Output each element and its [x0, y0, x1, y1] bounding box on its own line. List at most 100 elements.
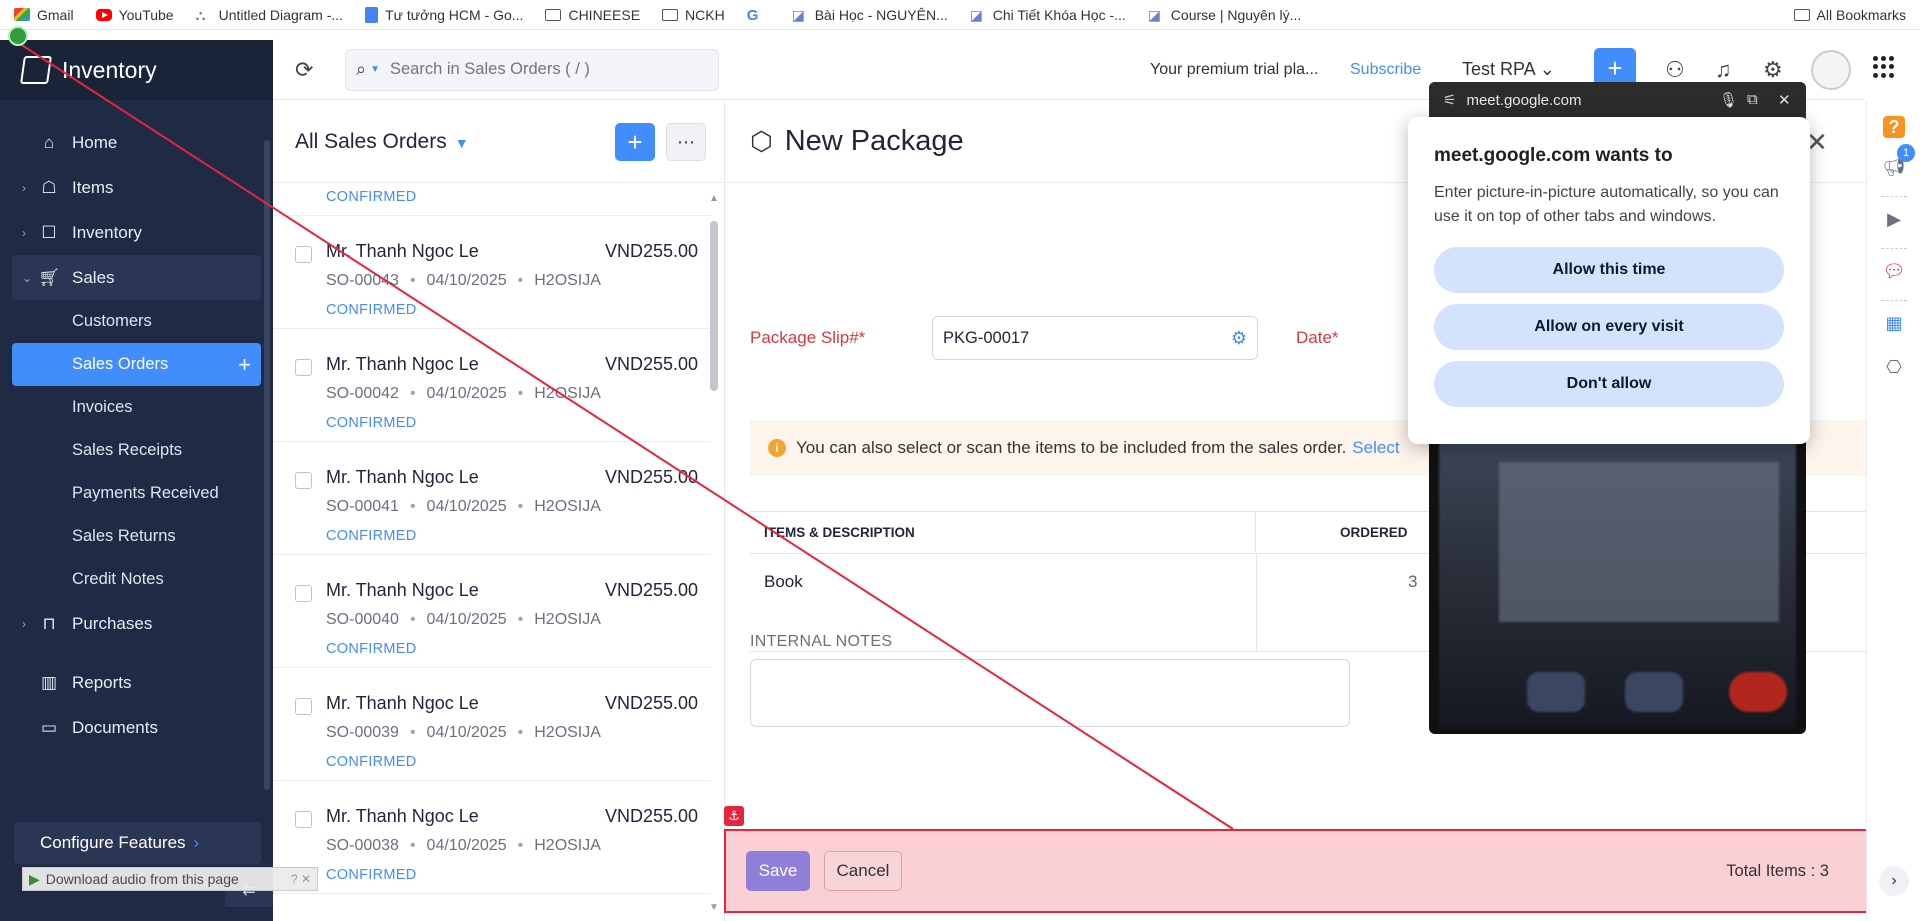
- allow-this-time-button[interactable]: Allow this time: [1434, 247, 1784, 293]
- bookmarks-bar: Gmail YouTube ⛬ Untitled Diagram -... Tư …: [0, 0, 1920, 30]
- org-switcher[interactable]: Test RPA ⌄: [1462, 59, 1555, 80]
- sidebar-item-sales[interactable]: ⌄ 🛒︎ Sales: [12, 255, 261, 300]
- bookmark-chineese[interactable]: CHINEESE: [545, 7, 640, 23]
- refresh-icon[interactable]: ⟳: [295, 57, 321, 83]
- support-icon[interactable]: ⎔: [1883, 356, 1905, 378]
- gear-icon[interactable]: ⚙: [1231, 328, 1247, 349]
- video-preview: [1439, 442, 1796, 728]
- table-row[interactable]: CONFIRMED: [273, 183, 711, 216]
- notification-badge: 1: [1897, 144, 1915, 162]
- chevron-right-icon: ›: [22, 180, 26, 195]
- close-icon[interactable]: ✕: [1778, 91, 1791, 109]
- table-row[interactable]: Mr. Thanh Ngoc Le VND255.00 SO-00039 • 04/10…: [273, 668, 711, 781]
- package-slip-field[interactable]: PKG-00017 ⚙: [932, 316, 1258, 360]
- package-icon: ⬡: [750, 126, 773, 156]
- order-date: 04/10/2025: [426, 272, 507, 289]
- users-icon[interactable]: ⚇: [1665, 57, 1685, 83]
- sidebar-item-sales-returns[interactable]: Sales Returns: [0, 515, 273, 558]
- tune-icon[interactable]: ⚟: [1443, 91, 1456, 109]
- cancel-button[interactable]: Cancel: [824, 851, 902, 891]
- order-meta: SO-00041 • 04/10/2025 • H2OSIJA: [326, 498, 601, 515]
- sidebar-item-home[interactable]: ⌂ Home: [0, 120, 273, 165]
- microphone-icon[interactable]: 🎙︎: [1719, 91, 1738, 109]
- table-row[interactable]: Mr. Thanh Ngoc Le VND255.00 SO-00041 • 04/10…: [273, 442, 711, 555]
- row-checkbox[interactable]: [295, 359, 312, 376]
- order-reference: H2OSIJA: [534, 498, 601, 515]
- apps-icon[interactable]: ▦: [1883, 312, 1905, 334]
- sidebar-item-sales-orders[interactable]: Sales Orders +: [12, 343, 261, 386]
- end-call-button[interactable]: [1729, 672, 1787, 712]
- customer-name: Mr. Thanh Ngoc Le: [326, 806, 479, 826]
- bell-icon[interactable]: ♫: [1715, 57, 1732, 83]
- save-button[interactable]: Save: [746, 851, 810, 891]
- dont-allow-button[interactable]: Don't allow: [1434, 361, 1784, 407]
- sidebar-item-items[interactable]: › ☖ Items: [0, 165, 273, 210]
- scroll-down-icon[interactable]: ▼: [709, 902, 719, 913]
- bookmark-google[interactable]: G: [747, 7, 770, 24]
- internal-notes-input[interactable]: [750, 659, 1350, 727]
- bookmark-doc[interactable]: Tư tưởng HCM - Go...: [365, 6, 523, 23]
- allow-every-visit-button[interactable]: Allow on every visit: [1434, 304, 1784, 350]
- chevron-down-icon[interactable]: ▼: [370, 64, 380, 75]
- sidebar-item-invoices[interactable]: Invoices: [0, 386, 273, 429]
- bookmark-gmail[interactable]: Gmail: [14, 7, 74, 23]
- permission-title: meet.google.com wants to: [1434, 145, 1673, 166]
- sidebar-item-credit-notes[interactable]: Credit Notes: [0, 558, 273, 601]
- sidebar-item-purchases[interactable]: › ⊓ Purchases: [0, 601, 273, 646]
- scroll-thumb[interactable]: [710, 221, 718, 391]
- sidebar-scrollbar[interactable]: [264, 140, 270, 790]
- row-checkbox[interactable]: [295, 585, 312, 602]
- status-badge: CONFIRMED: [326, 415, 417, 431]
- avatar[interactable]: [1811, 50, 1851, 90]
- sidebar-item-documents[interactable]: ▭ Documents: [0, 705, 273, 750]
- bookmark-nckh[interactable]: NCKH: [662, 7, 725, 23]
- sidebar-item-sales-receipts[interactable]: Sales Receipts: [0, 429, 273, 472]
- bookmark-bai-hoc[interactable]: ◪ Bài Học - NGUYÊN...: [792, 7, 948, 23]
- extension-close-icon[interactable]: ? ✕: [291, 872, 311, 886]
- select-items-link[interactable]: Select: [1352, 438, 1399, 458]
- help-icon[interactable]: ?: [1883, 116, 1905, 138]
- order-reference: H2OSIJA: [534, 385, 601, 402]
- list-view-selector[interactable]: All Sales Orders ▼: [295, 130, 469, 154]
- search-box[interactable]: ⌕ ▼: [345, 48, 719, 91]
- list-scrollbar[interactable]: ▲ ▼: [709, 193, 719, 913]
- item-ordered-qty: 3: [1408, 572, 1418, 591]
- order-meta: SO-00042 • 04/10/2025 • H2OSIJA: [326, 385, 601, 402]
- gear-icon[interactable]: ⚙: [1763, 57, 1783, 83]
- sidebar-item-inventory[interactable]: › ☐ Inventory: [0, 210, 273, 255]
- row-checkbox[interactable]: [295, 698, 312, 715]
- bookmark-course[interactable]: ◪ Course | Nguyên lý...: [1148, 7, 1301, 23]
- scroll-up-icon[interactable]: ▲: [709, 193, 719, 204]
- back-to-tab-icon[interactable]: ⧉: [1747, 91, 1758, 108]
- sidebar-item-reports[interactable]: ▥ Reports: [0, 660, 273, 705]
- bookmark-chi-tiet[interactable]: ◪ Chi Tiết Khóa Học -...: [970, 7, 1126, 23]
- table-row[interactable]: Mr. Thanh Ngoc Le VND255.00 SO-00038 • 04/10…: [273, 781, 711, 894]
- status-badge: CONFIRMED: [326, 754, 417, 770]
- row-checkbox[interactable]: [295, 472, 312, 489]
- search-input[interactable]: [390, 60, 670, 79]
- sidebar-item-customers[interactable]: Customers: [0, 300, 273, 343]
- add-sales-order-icon[interactable]: +: [238, 352, 251, 378]
- video-icon[interactable]: ▶: [1883, 208, 1905, 230]
- info-icon: i: [768, 439, 786, 457]
- table-row[interactable]: Mr. Thanh Ngoc Le VND255.00 SO-00042 • 04/10…: [273, 329, 711, 442]
- expand-rail-button[interactable]: ›: [1879, 866, 1909, 896]
- sidebar-item-payments-received[interactable]: Payments Received: [0, 472, 273, 515]
- table-row[interactable]: Mr. Thanh Ngoc Le VND255.00 SO-00040 • 04/10…: [273, 555, 711, 668]
- row-checkbox[interactable]: [295, 246, 312, 263]
- configure-features-button[interactable]: Configure Features ›: [14, 822, 261, 864]
- customer-name: Mr. Thanh Ngoc Le: [326, 241, 479, 261]
- all-bookmarks[interactable]: All Bookmarks: [1793, 7, 1906, 23]
- bookmark-youtube[interactable]: YouTube: [95, 7, 174, 23]
- bookmark-diagram[interactable]: ⛬ Untitled Diagram -...: [196, 7, 343, 23]
- order-date: 04/10/2025: [426, 724, 507, 741]
- app-grid-icon[interactable]: [1873, 56, 1895, 78]
- subscribe-link[interactable]: Subscribe: [1350, 61, 1421, 79]
- download-audio-extension-bar[interactable]: ▶ Download audio from this page ? ✕: [22, 867, 318, 891]
- chat-icon[interactable]: 💬︎: [1883, 260, 1906, 282]
- chevron-down-icon: ▼: [454, 134, 469, 151]
- new-sales-order-button[interactable]: +: [615, 123, 655, 161]
- row-checkbox[interactable]: [295, 811, 312, 828]
- table-row[interactable]: Mr. Thanh Ngoc Le VND255.00 SO-00043 • 04/10…: [273, 216, 711, 329]
- more-options-button[interactable]: ⋯: [666, 123, 706, 161]
